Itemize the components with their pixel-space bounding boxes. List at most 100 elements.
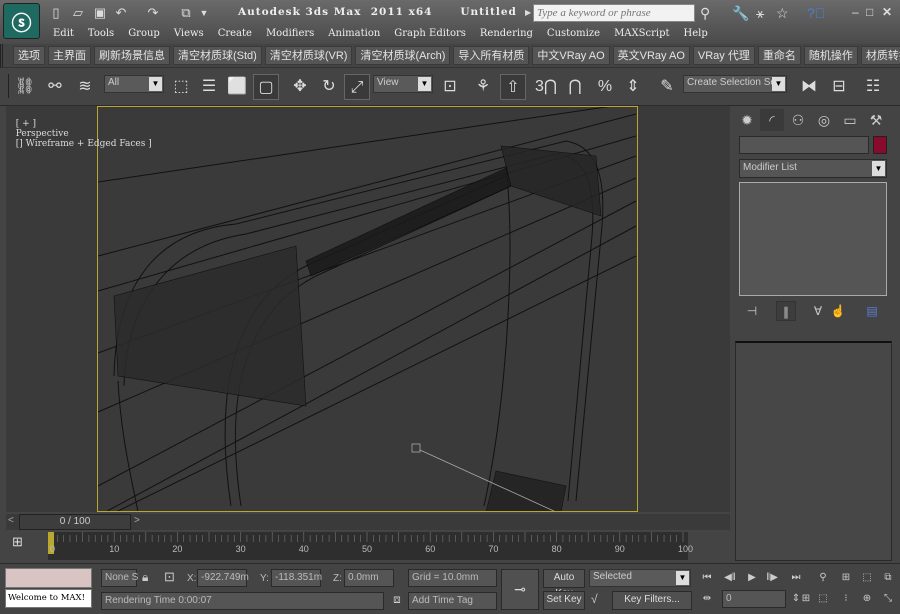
help-icon[interactable]: ?⃝ (807, 5, 825, 21)
auto-key-button[interactable]: Auto Key (543, 569, 585, 599)
key-mode-toggle-icon[interactable]: ⇹ (697, 590, 717, 608)
mirror-icon[interactable]: ⧓ (796, 74, 822, 100)
rename-button[interactable]: 重命名 (757, 46, 801, 65)
remove-modifier-icon[interactable]: ☝ (828, 301, 848, 321)
rectangular-selection-icon[interactable]: ⬜ (224, 74, 250, 100)
select-and-move-icon[interactable]: ✥ (287, 74, 313, 100)
import-all-materials-button[interactable]: 导入所有材质 (453, 46, 530, 65)
expand-arrow-icon[interactable]: ▶ (525, 8, 531, 17)
zoom-extents-icon[interactable]: ⬚ (857, 569, 877, 587)
menu-maxscript[interactable]: MAXScript (607, 26, 676, 42)
zoom-region-icon[interactable]: ⬚ (813, 590, 833, 608)
bind-space-warp-icon[interactable]: ≋ (72, 74, 98, 100)
play-icon[interactable]: ▶ (742, 569, 762, 587)
menu-help[interactable]: Help (677, 26, 715, 42)
star-icon[interactable]: ☆ (776, 5, 789, 22)
menu-group[interactable]: Group (121, 26, 167, 42)
zoom-extents-all-icon[interactable]: ⧉ (878, 569, 898, 587)
unlink-selection-icon[interactable]: ⚯ (42, 74, 68, 100)
open-icon[interactable]: ▱ (70, 5, 86, 21)
modify-tab-icon[interactable]: ◜ (760, 109, 784, 131)
hierarchy-tab-icon[interactable]: ⚇ (786, 109, 810, 131)
clear-materials-vr-button[interactable]: 清空材质球(VR) (264, 46, 353, 65)
menu-edit[interactable]: Edit (46, 26, 81, 42)
object-color-swatch[interactable] (873, 136, 887, 154)
menu-animation[interactable]: Animation (321, 26, 387, 42)
object-name-field[interactable] (739, 136, 869, 154)
previous-key-icon[interactable]: ◀‖ (720, 569, 740, 587)
add-time-tag-field[interactable]: Add Time Tag (408, 592, 497, 610)
reference-coordinate-dropdown[interactable]: View ▼ (373, 75, 433, 93)
menu-modifiers[interactable]: Modifiers (259, 26, 321, 42)
previous-frame-icon[interactable]: < (8, 515, 14, 526)
select-object-icon[interactable]: ⬚ (168, 74, 194, 100)
satellite-icon[interactable]: ⚹ (756, 5, 764, 22)
next-key-icon[interactable]: ‖▶ (762, 569, 782, 587)
default-in-out-tangents-icon[interactable]: √ (591, 592, 598, 606)
make-unique-icon[interactable]: ∀ (808, 301, 828, 321)
curve-editor-toggle-icon[interactable]: ⊞ (12, 534, 23, 550)
set-key-button[interactable]: Set Key (543, 591, 585, 610)
z-coordinate-field[interactable]: 0.0mm (344, 569, 394, 587)
orbit-icon[interactable]: ⊕ (857, 590, 877, 608)
show-end-result-icon[interactable]: ∥ (776, 301, 796, 321)
random-operation-button[interactable]: 随机操作 (803, 46, 858, 65)
new-icon[interactable]: ▯ (48, 5, 64, 21)
y-coordinate-field[interactable]: -118.351m (271, 569, 322, 587)
modifier-stack[interactable] (739, 182, 887, 296)
maxscript-listener-output[interactable]: Welcome to MAX! (5, 589, 92, 608)
absolute-transform-icon[interactable]: ⊡ (164, 569, 175, 585)
snaps-toggle-icon[interactable]: 3⋂ (533, 74, 559, 100)
key-filters-button[interactable]: Key Filters... (612, 591, 692, 610)
menu-tools[interactable]: Tools (81, 26, 121, 42)
percent-snap-icon[interactable]: % (592, 74, 618, 100)
current-frame-field[interactable]: 0 (722, 590, 786, 608)
time-tag-icon[interactable]: ⧈ (388, 592, 406, 610)
select-and-link-icon[interactable]: ⛓ (12, 74, 38, 100)
manipulate-icon[interactable]: ⚘ (470, 74, 496, 100)
key-icon[interactable]: 🔧 (732, 5, 749, 22)
project-folder-icon[interactable]: ⧉ (178, 5, 194, 21)
go-to-start-icon[interactable]: ⏮ (697, 569, 717, 587)
utilities-tab-icon[interactable]: ⚒ (864, 109, 888, 131)
main-ui-button[interactable]: 主界面 (48, 46, 91, 65)
edit-named-selection-icon[interactable]: ✎ (654, 74, 680, 100)
english-vray-ao-button[interactable]: 英文VRay AO (612, 46, 690, 65)
pivot-center-icon[interactable]: ⊡ (437, 74, 463, 100)
application-button[interactable]: ⓢ (3, 3, 40, 39)
minimize-icon[interactable]: – (852, 5, 859, 19)
menu-customize[interactable]: Customize (540, 26, 607, 42)
window-crossing-icon[interactable]: ▢ (253, 74, 279, 100)
zoom-icon[interactable]: ⚲ (813, 569, 833, 587)
maxscript-listener-input[interactable] (5, 568, 92, 588)
key-mode-dropdown[interactable]: Selected ▼ (589, 569, 691, 587)
go-to-end-icon[interactable]: ⏭ (786, 569, 806, 587)
align-icon[interactable]: ⊟ (826, 74, 852, 100)
chinese-vray-ao-button[interactable]: 中文VRay AO (532, 46, 610, 65)
close-icon[interactable]: ✕ (882, 5, 892, 19)
clear-materials-std-button[interactable]: 清空材质球(Std) (173, 46, 262, 65)
selection-filter-dropdown[interactable]: All ▼ (104, 75, 164, 93)
select-and-rotate-icon[interactable]: ↻ (316, 74, 342, 100)
menu-graph-editors[interactable]: Graph Editors (387, 26, 473, 42)
customize-quick-access-icon[interactable]: ▼ (196, 5, 212, 21)
save-icon[interactable]: ▣ (92, 5, 108, 21)
modifier-list-dropdown[interactable]: Modifier List ▼ (739, 159, 887, 178)
pin-stack-icon[interactable]: ⊣ (742, 301, 762, 321)
x-coordinate-field[interactable]: -922.749m (197, 569, 249, 587)
redo-icon[interactable]: ↷ (145, 5, 161, 21)
layer-manager-icon[interactable]: ☷ (860, 74, 886, 100)
viewport-label[interactable]: [ + ] Perspective [] Wireframe + Edged F… (10, 109, 152, 149)
options-button[interactable]: 选项 (13, 46, 45, 65)
refresh-scene-info-button[interactable]: 刷新场景信息 (94, 46, 170, 65)
vray-proxy-button[interactable]: VRay 代理 (692, 46, 755, 65)
angle-snap-icon[interactable]: ⋂ (562, 74, 588, 100)
material-convert-button[interactable]: 材质转换 (860, 46, 900, 65)
display-tab-icon[interactable]: ▭ (838, 109, 862, 131)
named-selection-set-dropdown[interactable]: Create Selection Set ▼ (683, 75, 787, 93)
maximize-viewport-icon[interactable]: ⤡ (878, 590, 898, 608)
clear-materials-arch-button[interactable]: 清空材质球(Arch) (355, 46, 451, 65)
menu-create[interactable]: Create (211, 26, 259, 42)
time-slider-thumb[interactable]: 0 / 100 (19, 514, 131, 530)
viewport-shading-menu[interactable]: [] Wireframe + Edged Faces ] (16, 139, 152, 149)
